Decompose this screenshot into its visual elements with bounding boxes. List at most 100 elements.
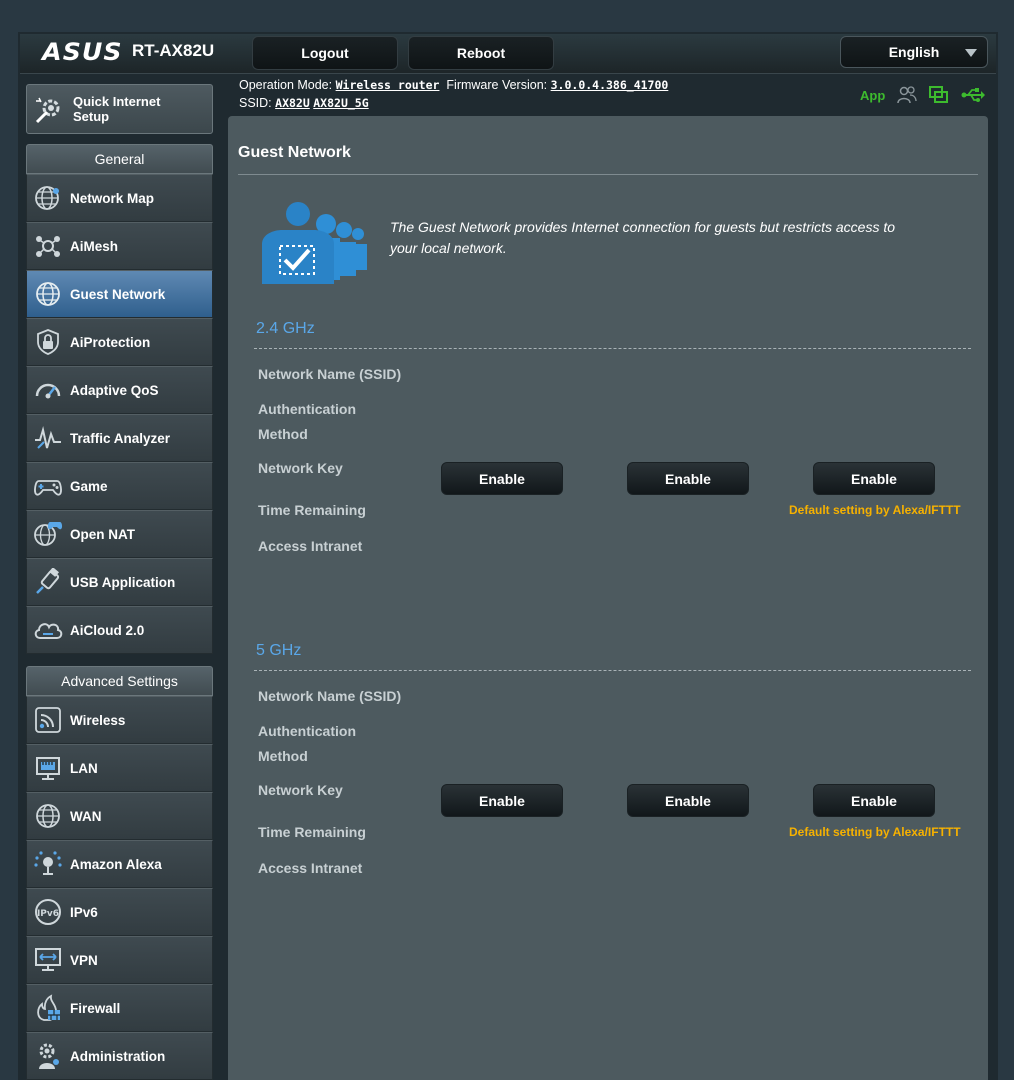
advanced-menu-title: Advanced Settings (26, 666, 213, 696)
field-label-ssid: Network Name (SSID) (258, 688, 402, 704)
field-label-auth: Authentication (258, 401, 356, 417)
sidebar-item-amazon-alexa[interactable]: Amazon Alexa (26, 840, 213, 888)
asus-logo: ASUS (42, 38, 123, 66)
field-label-time-remaining: Time Remaining (258, 502, 366, 518)
fire-icon (33, 993, 63, 1023)
clients-icon[interactable] (897, 86, 917, 104)
band-24-divider (254, 348, 971, 349)
globe-gamepad-icon (33, 519, 63, 549)
ssid-24-link[interactable]: AX82U (275, 96, 310, 110)
alexa-default-note-5: Default setting by Alexa/IFTTT (789, 825, 961, 839)
field-label-time-remaining: Time Remaining (258, 824, 366, 840)
sidebar-item-label: Game (70, 478, 108, 494)
reboot-button[interactable]: Reboot (408, 36, 554, 70)
gamepad-icon (33, 471, 63, 501)
sidebar-item-traffic-analyzer[interactable]: Traffic Analyzer (26, 414, 213, 462)
cloud-icon (33, 615, 63, 645)
usb-status-icon[interactable] (961, 87, 986, 103)
sidebar-item-open-nat[interactable]: Open NAT (26, 510, 213, 558)
sidebar-item-label: Administration (70, 1048, 166, 1064)
alexa-default-note-24: Default setting by Alexa/IFTTT (789, 503, 961, 517)
op-mode-link[interactable]: Wireless router (336, 78, 440, 92)
field-label-auth: Authentication (258, 723, 356, 739)
app-link[interactable]: App (860, 88, 885, 103)
network-status-icon[interactable] (929, 86, 949, 104)
sidebar-item-label: WAN (70, 808, 102, 824)
sidebar-item-label: Amazon Alexa (70, 856, 162, 872)
sidebar-item-game[interactable]: Game (26, 462, 213, 510)
field-label-access-intranet: Access Intranet (258, 538, 363, 554)
sidebar-item-aiprotection[interactable]: AiProtection (26, 318, 213, 366)
gear-person-icon (33, 1041, 63, 1071)
language-value: English (888, 44, 940, 60)
usb-icon (33, 567, 63, 597)
sidebar-item-aimesh[interactable]: AiMesh (26, 222, 213, 270)
gauge-icon (33, 375, 63, 405)
sidebar-item-lan[interactable]: LAN (26, 744, 213, 792)
ipv6-icon: IPv6 (33, 897, 63, 927)
lan-icon (33, 753, 63, 783)
sidebar-item-wan[interactable]: WAN (26, 792, 213, 840)
sidebar-item-label: Traffic Analyzer (70, 430, 171, 446)
band-5-divider (254, 670, 971, 671)
language-select[interactable]: English (840, 36, 988, 68)
sidebar-item-label: Guest Network (70, 286, 166, 302)
title-divider (238, 174, 978, 175)
enable-button-5-2[interactable]: Enable (627, 784, 749, 817)
status-info: Operation Mode: Wireless router Firmware… (239, 76, 668, 112)
globe-icon (33, 801, 63, 831)
globe-network-icon (33, 183, 63, 213)
globe-icon (33, 279, 63, 309)
sidebar-item-usb-application[interactable]: USB Application (26, 558, 213, 606)
alexa-icon (33, 849, 63, 879)
status-icons: App (860, 86, 986, 104)
enable-button-5-3[interactable]: Enable (813, 784, 935, 817)
field-label-method: Method (258, 426, 308, 442)
sidebar-item-ipv6[interactable]: IPv6 IPv6 (26, 888, 213, 936)
sidebar-item-label: IPv6 (70, 904, 98, 920)
sidebar-item-label: AiCloud 2.0 (70, 622, 145, 638)
sidebar-item-label: Network Map (70, 190, 155, 206)
band-5-title: 5 GHz (256, 642, 302, 659)
logout-button[interactable]: Logout (252, 36, 398, 70)
sidebar-item-label: Wireless (70, 712, 126, 728)
sidebar-item-adaptive-qos[interactable]: Adaptive QoS (26, 366, 213, 414)
advanced-menu: Advanced Settings Wireless LAN WAN Amazo… (26, 666, 213, 1080)
field-label-ssid: Network Name (SSID) (258, 366, 402, 382)
firmware-label: Firmware Version: (446, 78, 548, 92)
enable-button-24-3[interactable]: Enable (813, 462, 935, 495)
sidebar-item-wireless[interactable]: Wireless (26, 696, 213, 744)
svg-text:IPv6: IPv6 (37, 909, 59, 919)
firmware-link[interactable]: 3.0.0.4.386_41700 (551, 78, 669, 92)
qis-label-line2: Setup (73, 109, 110, 124)
ssid-label: SSID: (239, 96, 272, 110)
enable-button-24-1[interactable]: Enable (441, 462, 563, 495)
general-menu-title: General (26, 144, 213, 174)
magic-wand-gear-icon (35, 97, 60, 124)
ssid-5-link[interactable]: AX82U_5G (313, 96, 368, 110)
qis-label-line1: Quick Internet (73, 94, 161, 109)
enable-button-5-1[interactable]: Enable (441, 784, 563, 817)
router-model: RT-AX82U (132, 41, 215, 60)
op-mode-label: Operation Mode: (239, 78, 333, 92)
sidebar-item-label: Open NAT (70, 526, 135, 542)
sidebar-item-network-map[interactable]: Network Map (26, 174, 213, 222)
aimesh-icon (33, 231, 63, 261)
field-label-network-key: Network Key (258, 460, 343, 476)
vpn-icon (33, 945, 63, 975)
wifi-icon (33, 705, 63, 735)
pulse-icon (33, 423, 63, 453)
enable-button-24-2[interactable]: Enable (627, 462, 749, 495)
field-label-network-key: Network Key (258, 782, 343, 798)
sidebar-item-label: Firewall (70, 1000, 121, 1016)
sidebar-item-guest-network[interactable]: Guest Network (26, 270, 213, 318)
sidebar-item-aicloud[interactable]: AiCloud 2.0 (26, 606, 213, 654)
sidebar-item-firewall[interactable]: Firewall (26, 984, 213, 1032)
sidebar-item-label: AiMesh (70, 238, 119, 254)
chevron-down-icon (965, 49, 977, 57)
quick-internet-setup-button[interactable]: Quick Internet Setup (26, 84, 213, 134)
sidebar-item-label: LAN (70, 760, 98, 776)
sidebar-item-administration[interactable]: Administration (26, 1032, 213, 1080)
sidebar-item-vpn[interactable]: VPN (26, 936, 213, 984)
guest-network-illustration-icon (262, 202, 367, 284)
